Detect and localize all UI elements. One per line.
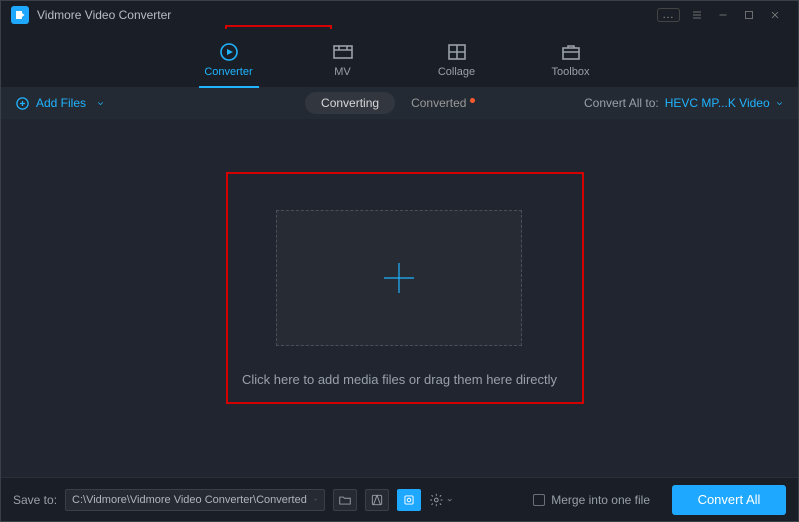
status-tabs: Converting Converted (305, 92, 491, 114)
convert-all-to-label: Convert All to: (584, 96, 659, 110)
convert-all-button[interactable]: Convert All (672, 485, 786, 515)
merge-label: Merge into one file (551, 493, 650, 507)
main-area: Click here to add media files or drag th… (1, 119, 798, 477)
checkbox-icon (533, 494, 545, 506)
main-nav: Converter MV Collage Toolbox (1, 29, 798, 87)
converter-icon (217, 40, 241, 64)
dropzone-hint: Click here to add media files or drag th… (242, 372, 557, 387)
add-files-button[interactable]: Add Files (15, 96, 105, 111)
app-window: Vidmore Video Converter … Converter MV C… (0, 0, 799, 522)
nav-label: Collage (438, 66, 475, 78)
nav-label: Toolbox (552, 66, 590, 78)
settings-button[interactable] (429, 489, 453, 511)
app-title: Vidmore Video Converter (37, 8, 171, 22)
chevron-down-icon (96, 99, 105, 108)
menu-icon[interactable] (684, 5, 710, 25)
nav-converter[interactable]: Converter (194, 29, 264, 87)
output-format-selector[interactable]: HEVC MP...K Video (665, 96, 784, 110)
snapshot-button[interactable] (365, 489, 389, 511)
tab-converted[interactable]: Converted (395, 92, 491, 114)
hardware-accel-toggle[interactable] (397, 489, 421, 511)
save-to-label: Save to: (13, 493, 57, 507)
nav-label: Converter (204, 66, 252, 78)
notification-dot-icon (470, 98, 475, 103)
convert-all-to: Convert All to: HEVC MP...K Video (584, 96, 784, 110)
plus-icon (375, 254, 423, 302)
nav-label: MV (334, 66, 351, 78)
nav-mv[interactable]: MV (308, 29, 378, 87)
chevron-down-icon (775, 99, 784, 108)
action-bar: Add Files Converting Converted Convert A… (1, 87, 798, 119)
nav-collage[interactable]: Collage (422, 29, 492, 87)
chevron-down-icon (313, 495, 318, 504)
close-button[interactable] (762, 5, 788, 25)
collage-icon (445, 40, 469, 64)
chevron-down-icon (446, 496, 453, 504)
app-logo-icon (11, 6, 29, 24)
save-to-path-text: C:\Vidmore\Vidmore Video Converter\Conve… (72, 494, 307, 506)
nav-toolbox[interactable]: Toolbox (536, 29, 606, 87)
add-media-dropzone[interactable] (276, 210, 522, 346)
dropzone-wrap: Click here to add media files or drag th… (242, 210, 557, 387)
titlebar: Vidmore Video Converter … (1, 1, 798, 29)
save-to-path-selector[interactable]: C:\Vidmore\Vidmore Video Converter\Conve… (65, 489, 325, 511)
feedback-icon[interactable]: … (657, 8, 680, 22)
toolbox-icon (559, 40, 583, 64)
merge-checkbox[interactable]: Merge into one file (533, 493, 650, 507)
maximize-button[interactable] (736, 5, 762, 25)
mv-icon (331, 40, 355, 64)
add-files-label: Add Files (36, 96, 86, 110)
tab-converting[interactable]: Converting (305, 92, 395, 114)
bottom-bar: Save to: C:\Vidmore\Vidmore Video Conver… (1, 477, 798, 521)
minimize-button[interactable] (710, 5, 736, 25)
open-folder-button[interactable] (333, 489, 357, 511)
